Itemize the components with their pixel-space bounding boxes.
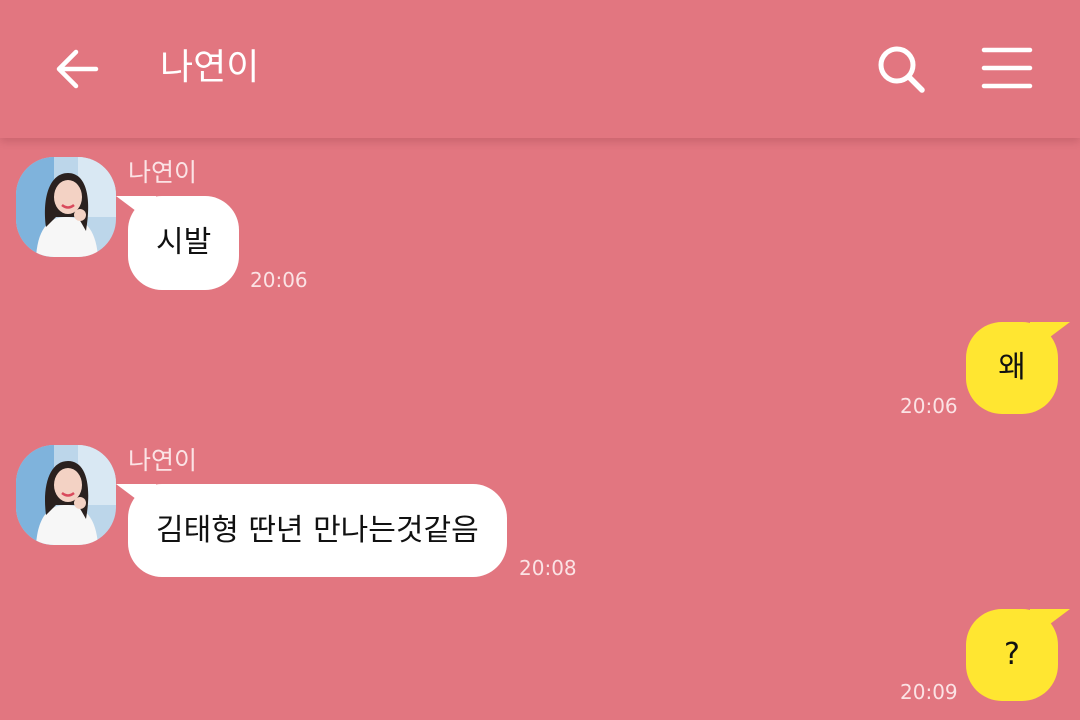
message-text: ? xyxy=(1004,637,1020,672)
message-text: 시발 xyxy=(156,225,212,260)
chat-title: 나연이 xyxy=(160,47,260,88)
bubble-tail xyxy=(116,196,156,226)
message-time: 20:09 xyxy=(900,680,958,704)
bubble-tail xyxy=(1030,322,1070,352)
message-bubble[interactable]: ? xyxy=(966,609,1070,701)
message-time: 20:06 xyxy=(250,268,308,292)
search-icon xyxy=(878,46,925,93)
sender-name: 나연이 xyxy=(128,158,198,187)
message-text: 왜 xyxy=(998,350,1026,385)
hamburger-menu-icon xyxy=(981,47,1033,89)
message-time: 20:06 xyxy=(900,394,958,418)
avatar-photo xyxy=(16,157,116,257)
message-bubble[interactable]: 김태형 딴년 만나는것같음 xyxy=(116,484,507,577)
chat-header: 나연이 xyxy=(0,0,1080,138)
bubble-tail xyxy=(1030,609,1070,639)
back-arrow-icon xyxy=(56,49,99,89)
chat-screen: 나연이 나연이 시발 20:06 왜 20:06 나연이 김태형 딴년 만나는것… xyxy=(0,0,1080,720)
message-bubble[interactable]: 왜 xyxy=(966,322,1070,414)
menu-button[interactable] xyxy=(978,40,1038,96)
search-button[interactable] xyxy=(872,40,932,100)
contact-avatar[interactable] xyxy=(16,445,116,545)
message-bubble[interactable]: 시발 xyxy=(116,196,240,290)
message-time: 20:08 xyxy=(519,556,577,580)
message-text: 김태형 딴년 만나는것같음 xyxy=(156,512,479,548)
avatar-photo xyxy=(16,445,116,545)
bubble-tail xyxy=(116,484,156,514)
contact-avatar[interactable] xyxy=(16,157,116,257)
sender-name: 나연이 xyxy=(128,446,198,475)
back-button[interactable] xyxy=(50,42,104,96)
